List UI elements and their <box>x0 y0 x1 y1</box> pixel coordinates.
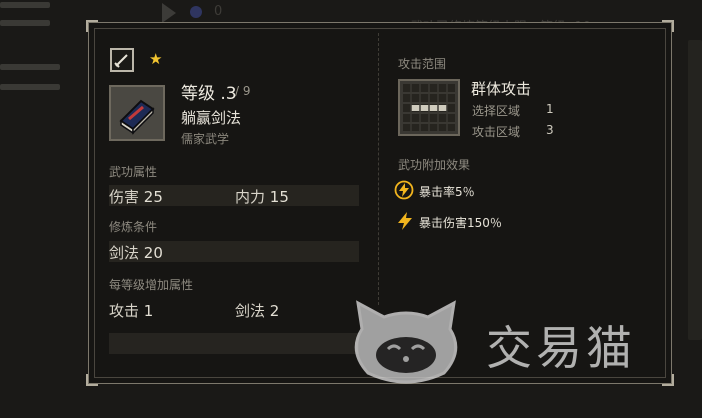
skill-level-max: / 9 <box>235 84 251 98</box>
lightning-badge-icon <box>394 180 414 200</box>
attribute-damage: 伤害 25 <box>109 188 163 206</box>
per-level-swordplay: 剑法 2 <box>235 302 280 320</box>
lightning-icon <box>395 211 415 231</box>
bg-menu-line <box>0 84 60 90</box>
sword-icon <box>110 48 134 72</box>
corner-ornament <box>86 20 98 32</box>
select-area-row: 选择区域 1 <box>472 102 554 118</box>
corner-ornament <box>86 374 98 386</box>
attribute-internal-power: 内力 15 <box>235 188 289 206</box>
bg-menu-line <box>0 20 50 26</box>
bg-coin-count: 0 <box>214 4 223 19</box>
corner-ornament <box>662 20 674 32</box>
bottom-row <box>109 333 359 354</box>
skill-level: 等级 .3 <box>181 84 237 104</box>
requirement-swordplay: 剑法 20 <box>109 244 163 262</box>
attack-area-row: 攻击区域 3 <box>472 123 554 139</box>
star-icon: ★ <box>149 50 163 68</box>
effect-crit-damage: 暴击伤害150％ <box>419 216 502 230</box>
bg-menu-line <box>0 64 60 70</box>
requirements-title: 修炼条件 <box>109 220 158 234</box>
effect-crit-rate: 暴击率5％ <box>419 185 475 199</box>
per-level-title: 每等级增加属性 <box>109 278 194 292</box>
bg-coin-icon <box>190 6 202 18</box>
bg-play-icon <box>162 3 176 23</box>
skill-name: 躺赢剑法 <box>181 109 242 127</box>
per-level-attack: 攻击 1 <box>109 302 154 320</box>
range-type-name: 群体攻击 <box>471 80 532 98</box>
bg-scrollbar <box>688 40 702 340</box>
attributes-title: 武功属性 <box>109 165 158 179</box>
skill-school: 儒家武学 <box>181 132 230 146</box>
bg-menu-line <box>0 2 50 8</box>
attack-range-grid-icon <box>398 79 460 136</box>
effects-title: 武功附加效果 <box>398 158 471 172</box>
skill-book-icon <box>109 85 165 141</box>
column-divider <box>378 33 379 305</box>
watermark-text: 交易猫 <box>486 321 636 375</box>
range-title: 攻击范围 <box>398 57 447 71</box>
